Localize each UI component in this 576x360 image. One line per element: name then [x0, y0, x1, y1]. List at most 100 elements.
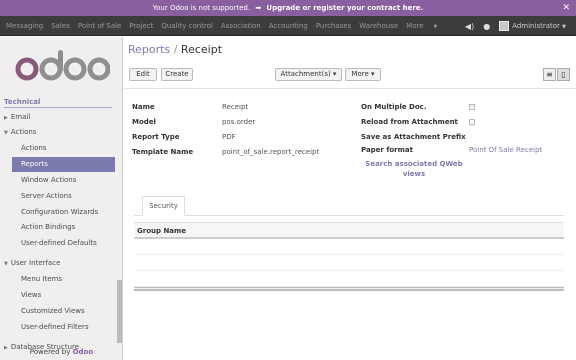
attachments-dropdown[interactable]: Attachment(s) ▾: [275, 68, 342, 81]
sidebar-item-label: Actions: [21, 144, 47, 152]
powered-prefix: Powered by: [29, 348, 71, 356]
user-menu[interactable]: Administrator ▼: [512, 22, 566, 30]
upgrade-link[interactable]: Upgrade or register your contract here.: [266, 4, 423, 12]
field-value-report-type: PDF: [222, 133, 236, 141]
caret-down-icon: ▼: [433, 24, 438, 30]
sidebar-item-label: Email: [10, 113, 31, 121]
field-label-report-type: Report Type: [132, 133, 180, 141]
field-value-template-name: point_of_sale.report_receipt: [222, 148, 320, 156]
odoo-logo-mark: [15, 50, 111, 81]
triangle-down-icon: ▼: [4, 130, 8, 136]
menu-quality-control[interactable]: Quality control: [161, 22, 213, 30]
triangle-down-icon: ▼: [4, 261, 8, 267]
field-label-name: Name: [132, 103, 155, 111]
field-value-name: Receipt: [222, 103, 249, 111]
sidebar-item-action-bindings[interactable]: Action Bindings: [0, 220, 116, 235]
triangle-right-icon: ▶: [4, 115, 8, 121]
sidebar-item-email[interactable]: ▶ Email: [0, 110, 116, 125]
breadcrumb: Reports / Receipt: [128, 43, 222, 56]
paper-format-link[interactable]: Point Of Sale Receipt: [469, 146, 542, 154]
sidebar-item-label: User Interface: [10, 259, 61, 267]
app-menu: Messaging Sales Point of Sale Project Qu…: [6, 16, 453, 36]
field-label-paper-format: Paper format: [361, 146, 413, 154]
sidebar-item-label: Menu Items: [21, 275, 63, 283]
page-title: Receipt: [180, 43, 223, 56]
sidebar-item-label: User-defined Filters: [21, 323, 89, 331]
more-dropdown[interactable]: More ▾: [345, 68, 381, 81]
sidebar-item-user-defined-defaults[interactable]: User-defined Defaults: [0, 236, 116, 251]
table-footer: [134, 287, 564, 291]
avatar[interactable]: [499, 21, 510, 31]
field-label-on-multiple-doc: On Multiple Doc.: [361, 103, 427, 111]
more-label: More: [406, 22, 424, 30]
sidebar-item-user-interface[interactable]: ▼ User Interface: [0, 256, 116, 271]
chat-icon[interactable]: ●: [483, 22, 490, 31]
form-view-icon[interactable]: ▯: [557, 68, 570, 81]
tab-security[interactable]: Security: [142, 196, 185, 216]
breadcrumb-reports-link[interactable]: Reports: [128, 43, 170, 56]
sidebar-item-configuration-wizards[interactable]: Configuration Wizards: [0, 205, 116, 220]
field-value-model: pos.order: [222, 118, 256, 126]
edit-button[interactable]: Edit: [129, 68, 157, 81]
user-name: Administrator: [512, 22, 560, 30]
menu-purchases[interactable]: Purchases: [316, 22, 351, 30]
menu-section-technical: Technical: [4, 98, 41, 106]
toolbar-divider: [124, 88, 576, 89]
sidebar-item-menu-items[interactable]: Menu Items: [0, 272, 116, 287]
sidebar-item-label: Reports: [21, 160, 48, 168]
sidebar-scrollbar[interactable]: [117, 280, 122, 343]
menu-project[interactable]: Project: [129, 22, 153, 30]
breadcrumb-separator: /: [173, 43, 178, 56]
sidebar-item-label: Actions: [10, 128, 37, 136]
sidebar-item-window-actions[interactable]: Window Actions: [0, 173, 116, 188]
arrow-right-icon: ➡: [255, 4, 262, 12]
menu-warehouse[interactable]: Warehouse: [359, 22, 398, 30]
menu-more[interactable]: More ▼: [406, 22, 445, 30]
sidebar-item-server-actions[interactable]: Server Actions: [0, 189, 116, 204]
search-qweb-views-link[interactable]: Search associated QWeb views: [362, 159, 466, 179]
list-view-icon[interactable]: ≡: [543, 68, 556, 81]
field-label-template-name: Template Name: [132, 148, 194, 156]
close-icon[interactable]: ✕: [562, 0, 570, 16]
sidebar-item-label: User-defined Defaults: [21, 239, 97, 247]
groups-table: Group Name: [134, 222, 564, 291]
reload-from-attachment-checkbox[interactable]: [469, 119, 475, 125]
menu-accounting[interactable]: Accounting: [269, 22, 308, 30]
section-divider: [4, 107, 112, 108]
top-navbar: Messaging Sales Point of Sale Project Qu…: [0, 16, 576, 36]
sidebar-item-label: Customized Views: [21, 307, 85, 315]
sidebar-item-views[interactable]: Views: [0, 288, 116, 303]
navbar-right: ◀) ● Administrator ▼: [465, 16, 566, 36]
field-label-save-as-attachment-prefix: Save as Attachment Prefix: [361, 133, 466, 141]
sidebar-item-actions-group[interactable]: ▼ Actions: [0, 125, 116, 140]
main-content: Reports / Receipt Edit Create Attachment…: [124, 37, 576, 360]
menu-association[interactable]: Association: [221, 22, 261, 30]
table-row: [134, 239, 564, 255]
sidebar-item-label: Views: [21, 291, 42, 299]
notifications-icon[interactable]: ◀): [465, 22, 474, 31]
sidebar-item-customized-views[interactable]: Customized Views: [0, 304, 116, 319]
table-row: [134, 255, 564, 271]
sidebar-item-user-defined-filters[interactable]: User-defined Filters: [0, 320, 116, 335]
caret-down-icon: ▼: [562, 24, 566, 30]
sidebar-item-label: Configuration Wizards: [21, 208, 99, 216]
column-header-group-name[interactable]: Group Name: [134, 222, 564, 239]
sidebar-item-label: Server Actions: [21, 192, 72, 200]
on-multiple-doc-checkbox[interactable]: [469, 104, 475, 110]
unsupported-notice-bar: Your Odoo is not supported. ➡ Upgrade or…: [0, 0, 576, 16]
sidebar-item-label: Action Bindings: [21, 223, 76, 231]
menu-sales[interactable]: Sales: [51, 22, 70, 30]
field-label-model: Model: [132, 118, 156, 126]
menu-messaging[interactable]: Messaging: [6, 22, 43, 30]
sidebar-item-actions[interactable]: Actions: [0, 141, 116, 156]
sidebar-item-label: Window Actions: [21, 176, 77, 184]
table-row: [134, 271, 564, 287]
tab-bar-line: [134, 215, 564, 216]
odoo-logo[interactable]: [14, 47, 111, 87]
field-label-reload-from-attachment: Reload from Attachment: [361, 118, 458, 126]
menu-point-of-sale[interactable]: Point of Sale: [78, 22, 122, 30]
powered-by[interactable]: Powered by Odoo: [0, 348, 123, 356]
sidebar: Technical ▶ Email ▼ Actions Actions Report…: [0, 37, 123, 360]
sidebar-item-reports[interactable]: Reports: [12, 157, 115, 172]
create-button[interactable]: Create: [161, 68, 193, 81]
